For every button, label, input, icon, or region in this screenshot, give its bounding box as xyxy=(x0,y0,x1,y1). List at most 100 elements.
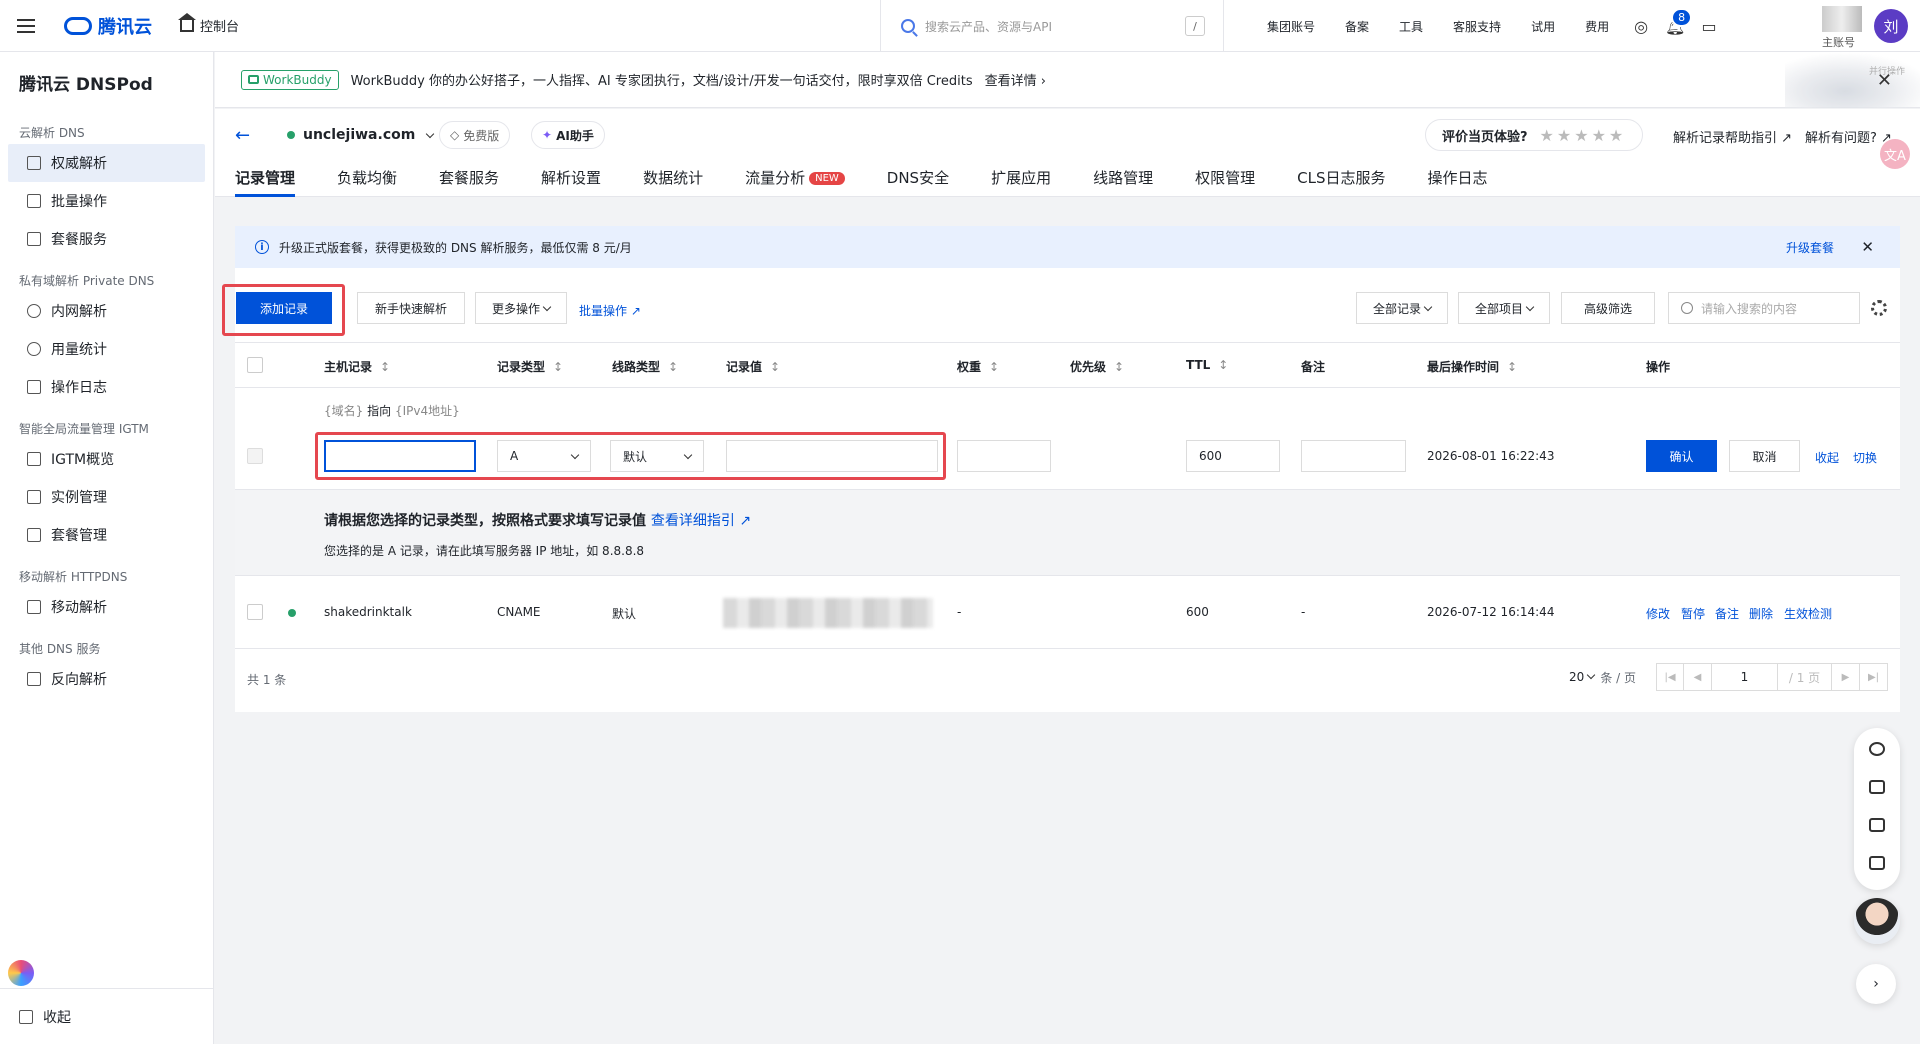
record-value-input[interactable] xyxy=(726,440,938,472)
remark-input[interactable] xyxy=(1301,440,1406,472)
tab-lines[interactable]: 线路管理 xyxy=(1093,167,1174,197)
brand-logo[interactable]: 腾讯云 xyxy=(64,13,152,39)
nav-billing[interactable]: 费用 xyxy=(1570,18,1624,35)
domain-selector[interactable]: unclejiwa.com xyxy=(287,127,435,143)
ttl-input[interactable]: 600 xyxy=(1186,440,1280,472)
switch-link[interactable]: 切换 xyxy=(1853,449,1877,466)
nav-trial[interactable]: 试用 xyxy=(1516,18,1570,35)
cloud-icon[interactable] xyxy=(1869,780,1885,794)
guide-link[interactable]: 查看详细指引 ↗ xyxy=(651,513,751,529)
sidebar-item-oplog[interactable]: 操作日志 xyxy=(8,368,205,406)
tab-package[interactable]: 套餐服务 xyxy=(439,167,520,197)
select-all-checkbox[interactable] xyxy=(247,357,263,373)
ai-swirl-icon[interactable]: ◎ xyxy=(1624,0,1658,52)
tab-cls-log[interactable]: CLS日志服务 xyxy=(1297,167,1406,197)
batch-ops-link[interactable]: 批量操作 ↗ xyxy=(579,302,641,319)
confirm-button[interactable]: 确认 xyxy=(1646,440,1717,472)
sidebar-item-instance[interactable]: 实例管理 xyxy=(8,478,205,516)
tab-extensions[interactable]: 扩展应用 xyxy=(991,167,1072,197)
collapse-link[interactable]: 收起 xyxy=(1815,449,1839,466)
close-icon[interactable]: ✕ xyxy=(1877,70,1892,91)
bell-icon[interactable]: 🔔︎ 8 xyxy=(1658,0,1693,52)
records-search-input[interactable]: 请输入搜索的内容 xyxy=(1668,292,1860,324)
filter-items-select[interactable]: 全部项目 xyxy=(1458,292,1550,324)
page-rating[interactable]: 评价当页体验? ★★★★★ xyxy=(1425,119,1644,151)
sidebar-item-reverse[interactable]: 反向解析 xyxy=(8,660,205,698)
line-type-select[interactable]: 默认 xyxy=(610,440,704,472)
ai-assistant-button[interactable]: ✦ AI助手 xyxy=(531,121,605,149)
ai-brain-icon[interactable] xyxy=(8,960,34,986)
banner-more-link[interactable]: 查看详情 › xyxy=(985,70,1046,89)
advanced-filter-button[interactable]: 高级筛选 xyxy=(1561,292,1655,324)
quick-resolve-button[interactable]: 新手快速解析 xyxy=(357,292,465,324)
sidebar-collapse-button[interactable]: 收起 xyxy=(0,988,213,1044)
tab-traffic[interactable]: 流量分析 NEW xyxy=(745,167,866,197)
translate-icon[interactable]: 文A xyxy=(1880,139,1910,169)
sidebar-item-igtm[interactable]: IGTM概览 xyxy=(8,440,205,478)
account-switcher[interactable]: 主账号 xyxy=(1822,6,1862,49)
page-input[interactable]: 1 xyxy=(1712,663,1778,691)
close-icon[interactable]: ✕ xyxy=(1861,238,1874,256)
row-pause-link[interactable]: 暂停 xyxy=(1681,605,1705,622)
row-delete-link[interactable]: 删除 xyxy=(1749,605,1773,622)
prev-page-icon[interactable]: ◀ xyxy=(1684,663,1712,691)
col-value[interactable]: 记录值 ↕ xyxy=(726,358,780,375)
tab-dns-security[interactable]: DNS安全 xyxy=(887,167,970,197)
tab-stats[interactable]: 数据统计 xyxy=(643,167,724,197)
sidebar-item-private-dns[interactable]: 内网解析 xyxy=(8,292,205,330)
chevron-right-icon[interactable]: › xyxy=(1856,964,1896,1004)
upgrade-link[interactable]: 升级套餐 xyxy=(1786,239,1834,256)
add-record-button[interactable]: 添加记录 xyxy=(236,292,332,324)
sidebar-item-batch[interactable]: 批量操作 xyxy=(8,182,205,220)
next-page-icon[interactable]: ▶ xyxy=(1832,663,1860,691)
global-search-input[interactable]: 搜索云产品、资源与API / xyxy=(880,0,1224,52)
col-time[interactable]: 最后操作时间 ↕ xyxy=(1427,358,1517,375)
nav-icp[interactable]: 备案 xyxy=(1330,18,1384,35)
cart-icon[interactable]: ▭ xyxy=(1692,0,1726,52)
host-input[interactable] xyxy=(324,440,476,472)
last-page-icon[interactable]: ▶| xyxy=(1860,663,1888,691)
weight-input[interactable] xyxy=(957,440,1051,472)
row-checkbox[interactable] xyxy=(247,604,263,620)
tab-settings[interactable]: 解析设置 xyxy=(541,167,622,197)
headset-icon[interactable] xyxy=(1869,742,1885,756)
col-weight[interactable]: 权重 ↕ xyxy=(957,358,999,375)
menu-icon[interactable] xyxy=(0,0,52,52)
col-line[interactable]: 线路类型 ↕ xyxy=(612,358,678,375)
col-priority[interactable]: 优先级 ↕ xyxy=(1070,358,1124,375)
problem-link[interactable]: 解析有问题? ↗ xyxy=(1805,127,1892,146)
avatar[interactable]: 刘 xyxy=(1874,9,1908,43)
nav-tools[interactable]: 工具 xyxy=(1384,18,1438,35)
sidebar-item-package-mgmt[interactable]: 套餐管理 xyxy=(8,516,205,554)
workbuddy-tag[interactable]: WorkBuddy xyxy=(241,69,339,90)
row-remark-link[interactable]: 备注 xyxy=(1715,605,1739,622)
assistant-avatar[interactable] xyxy=(1854,898,1900,944)
console-link[interactable]: 控制台 xyxy=(178,12,239,35)
book-icon[interactable] xyxy=(1869,818,1885,832)
help-guide-link[interactable]: 解析记录帮助指引 ↗ xyxy=(1673,127,1792,146)
col-type[interactable]: 记录类型 ↕ xyxy=(497,358,563,375)
tab-permissions[interactable]: 权限管理 xyxy=(1195,167,1276,197)
message-icon[interactable] xyxy=(1869,856,1885,870)
tab-records[interactable]: 记录管理 xyxy=(235,167,316,197)
tab-oplog[interactable]: 操作日志 xyxy=(1427,167,1508,197)
back-arrow-icon[interactable]: ← xyxy=(235,125,250,146)
cancel-button[interactable]: 取消 xyxy=(1729,440,1800,472)
nav-group-account[interactable]: 集团账号 xyxy=(1252,18,1330,35)
row-edit-link[interactable]: 修改 xyxy=(1646,605,1670,622)
filter-records-select[interactable]: 全部记录 xyxy=(1356,292,1448,324)
sidebar-item-authoritative[interactable]: 权威解析 xyxy=(8,144,205,182)
sidebar-item-usage[interactable]: 用量统计 xyxy=(8,330,205,368)
tab-load-balance[interactable]: 负载均衡 xyxy=(337,167,418,197)
first-page-icon[interactable]: |◀ xyxy=(1656,663,1684,691)
col-ttl[interactable]: TTL ↕ xyxy=(1186,358,1228,372)
more-actions-button[interactable]: 更多操作 xyxy=(475,292,567,324)
rating-stars[interactable]: ★★★★★ xyxy=(1540,126,1627,145)
col-host[interactable]: 主机记录 ↕ xyxy=(324,358,390,375)
sidebar-item-package[interactable]: 套餐服务 xyxy=(8,220,205,258)
record-type-select[interactable]: A xyxy=(497,440,591,472)
row-check-link[interactable]: 生效检测 xyxy=(1784,605,1832,622)
sidebar-item-httpdns[interactable]: 移动解析 xyxy=(8,588,205,626)
gear-icon[interactable] xyxy=(1871,300,1887,316)
plan-badge[interactable]: ◇ 免费版 xyxy=(439,121,511,149)
